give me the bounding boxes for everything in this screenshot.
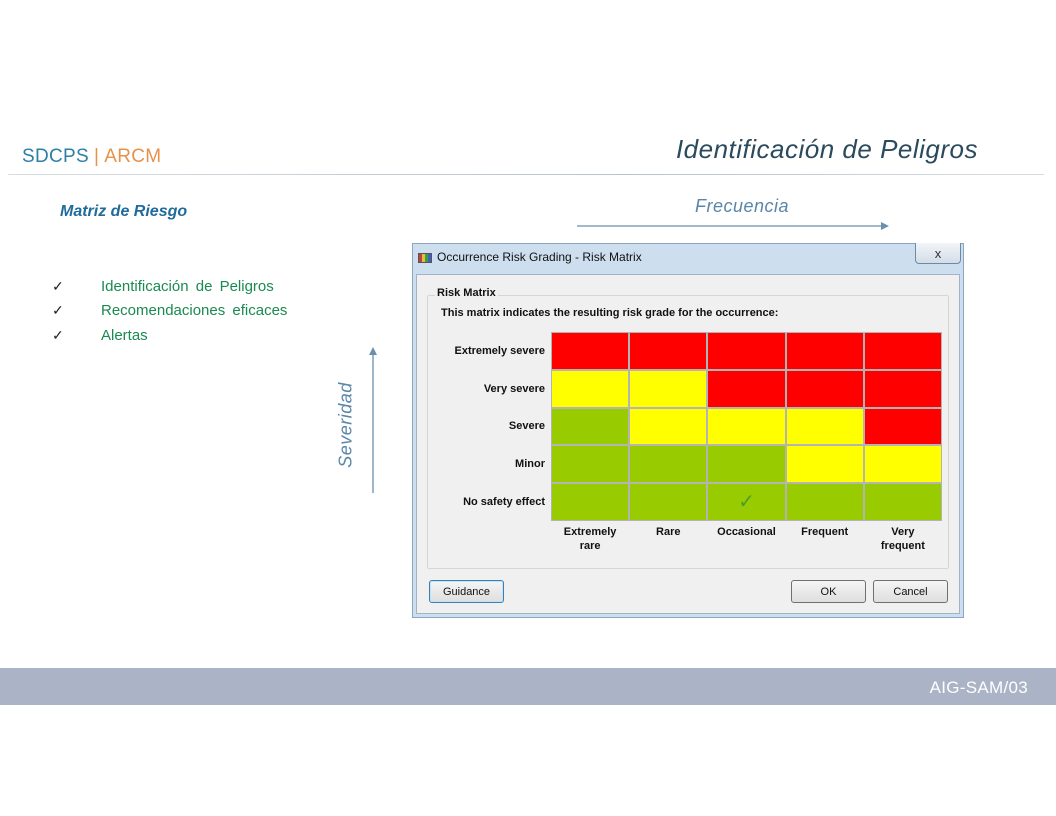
risk-cell[interactable] [552,370,629,407]
row-label: Minor [515,458,545,471]
group-caption: Risk Matrix [435,287,498,299]
risk-cell[interactable] [864,484,941,520]
checklist-item-label: Identificación de Peligros [101,277,274,295]
checklist-item-label: Alertas [101,326,148,344]
footer-bar: AIG-SAM/03 [0,668,1056,705]
risk-cell[interactable] [786,484,863,520]
matrix-intro-text: This matrix indicates the resulting risk… [441,307,779,319]
risk-cell[interactable] [864,408,941,445]
close-button[interactable]: x [915,243,961,264]
header-divider [8,174,1044,175]
frequency-arrow-icon [577,222,889,230]
risk-cell[interactable] [630,333,707,369]
ok-button[interactable]: OK [791,580,866,603]
checklist-item-label: Recomendaciones eficaces [101,302,288,320]
row-label: No safety effect [463,496,545,509]
risk-cell[interactable] [552,446,629,483]
close-icon: x [934,245,942,261]
risk-cell[interactable] [630,446,707,483]
cancel-button[interactable]: Cancel [873,580,948,603]
column-label: Rare [656,526,681,538]
selected-check-icon: ✓ [738,491,755,514]
footer-document-code: AIG-SAM/03 [929,678,1028,697]
risk-cell[interactable] [786,370,863,407]
risk-cell[interactable] [630,408,707,445]
dialog-titlebar[interactable]: Occurrence Risk Grading - Risk Matrix x [413,243,963,272]
frequency-column-labels: Extremely rare Rare Occasional Frequent … [551,525,942,553]
row-label: Extremely severe [454,344,545,357]
app-icon [418,253,432,263]
column-label: Frequent [801,526,849,538]
risk-cell[interactable] [864,446,941,483]
dialog-client-area: Risk Matrix This matrix indicates the re… [416,274,960,614]
checklist: ✓ Identificación de Peligros ✓ Recomenda… [52,274,287,348]
severity-row-labels: Extremely severe Very severe Severe Mino… [431,332,545,521]
column-label: Extremely rare [563,526,617,552]
severity-arrow-icon [369,347,377,493]
risk-matrix-grid: ✓ [551,332,942,521]
check-icon: ✓ [52,326,64,343]
risk-cell[interactable] [630,484,707,520]
risk-cell[interactable] [708,408,785,445]
frequency-axis-label: Frecuencia [695,196,790,216]
risk-cell[interactable] [786,333,863,369]
checklist-item: ✓ Alertas [52,323,287,348]
risk-cell[interactable] [864,333,941,369]
brand-secondary: ARCM [104,146,162,167]
checklist-item: ✓ Recomendaciones eficaces [52,299,287,324]
risk-cell[interactable] [552,408,629,445]
brand-separator: | [93,146,100,167]
check-icon: ✓ [52,277,64,294]
risk-matrix-dialog: Occurrence Risk Grading - Risk Matrix x … [412,243,964,618]
section-subtitle: Matriz de Riesgo [60,203,188,220]
column-label: Very frequent [880,526,925,552]
risk-cell[interactable] [786,446,863,483]
row-label: Very severe [483,382,545,395]
risk-cell[interactable] [552,484,629,520]
severity-axis-label: Severidad [335,382,356,468]
risk-cell[interactable] [708,333,785,369]
checklist-item: ✓ Identificación de Peligros [52,274,287,299]
risk-cell[interactable] [786,408,863,445]
page-title: Identificación de Peligros [675,134,978,164]
risk-cell[interactable]: ✓ [708,484,785,520]
guidance-button[interactable]: Guidance [429,580,504,603]
column-label: Occasional [717,526,776,538]
row-label: Severe [508,420,545,433]
dialog-title: Occurrence Risk Grading - Risk Matrix [437,250,642,264]
brand: SDCPS | ARCM [22,146,161,168]
check-icon: ✓ [52,302,64,319]
brand-primary: SDCPS [22,146,89,167]
risk-cell[interactable] [708,446,785,483]
risk-cell[interactable] [864,370,941,407]
risk-cell[interactable] [630,370,707,407]
risk-cell[interactable] [708,370,785,407]
risk-cell[interactable] [552,333,629,369]
